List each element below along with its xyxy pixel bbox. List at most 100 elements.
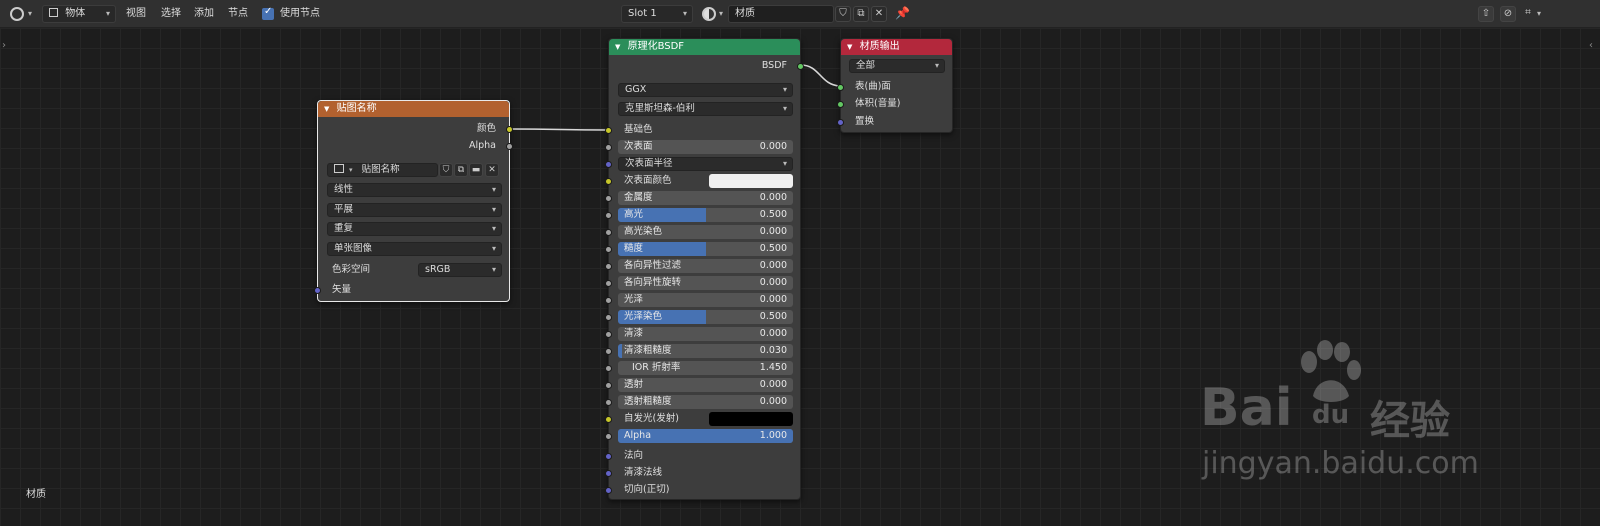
fake-user-shield-icon[interactable]: ⛉	[439, 163, 453, 177]
socket-displacement-input[interactable]	[837, 119, 844, 126]
toolbar-expand-chevron-icon[interactable]: ›	[2, 40, 6, 51]
field-dropdown-1[interactable]: 次表面半径 ▾	[618, 157, 793, 171]
close-icon[interactable]: ✕	[485, 163, 499, 177]
open-folder-icon[interactable]: ▬	[469, 163, 483, 177]
collapse-triangle-icon[interactable]: ▼	[324, 105, 329, 113]
field-slider-7[interactable]: 各向异性过滤 0.000	[618, 259, 793, 273]
color-swatch-2[interactable]	[709, 174, 793, 188]
socket-surface-input[interactable]	[837, 84, 844, 91]
output-node-header[interactable]: ▼ 材质输出	[841, 39, 952, 55]
field-slider-11[interactable]: 清漆 0.000	[618, 327, 793, 341]
socket-input-2[interactable]	[605, 178, 612, 185]
socket-alpha-output[interactable]	[506, 143, 513, 150]
socket-input-10[interactable]	[605, 314, 612, 321]
socket-input-1[interactable]	[605, 161, 612, 168]
color-space-dropdown[interactable]: sRGB ▾	[418, 263, 502, 277]
extension-dropdown[interactable]: 重复 ▾	[327, 222, 502, 236]
menu-add[interactable]: 添加	[194, 5, 214, 23]
projection-dropdown[interactable]: 平展 ▾	[327, 203, 502, 217]
object-mode-dropdown[interactable]: 物体 ▾	[42, 5, 116, 23]
field-slider-5[interactable]: 高光染色 0.000	[618, 225, 793, 239]
interpolation-dropdown[interactable]: 线性 ▾	[327, 183, 502, 197]
material-name-field[interactable]: 材质	[728, 5, 834, 23]
output-target-dropdown[interactable]: 全部 ▾	[849, 59, 945, 73]
displacement-input-label: 置换	[855, 116, 875, 127]
field-slider-12[interactable]: 清漆粗糙度 0.030	[618, 344, 793, 358]
socket-input-7[interactable]	[605, 263, 612, 270]
menu-node[interactable]: 节点	[228, 5, 248, 23]
duplicate-icon[interactable]: ⧉	[853, 6, 869, 22]
image-texture-node-header[interactable]: ▼ 贴图名称	[318, 101, 509, 117]
field-slider-17[interactable]: Alpha 1.000	[618, 429, 793, 443]
socket-input-3[interactable]	[605, 195, 612, 202]
chevron-down-icon: ▾	[491, 185, 496, 194]
socket-volume-input[interactable]	[837, 101, 844, 108]
snapping-icon[interactable]: ⊘	[1500, 6, 1516, 22]
image-datablock-field[interactable]: ▾ 贴图名称	[327, 163, 438, 177]
material-output-node[interactable]: ▼ 材质输出 全部 ▾ 表(曲)面 体积(音量) 置换	[837, 38, 953, 133]
chevron-down-icon[interactable]: ▾	[1537, 9, 1541, 18]
color-swatch-16[interactable]	[709, 412, 793, 426]
pin-icon[interactable]: 📌	[895, 6, 910, 20]
field-label-13: IOR 折射率	[632, 362, 681, 373]
image-texture-node[interactable]: ▼ 贴图名称 颜色 Alpha ▾ 贴图名称 ⛉ ⧉ ▬ ✕ 线性 ▾ 平展 ▾…	[314, 100, 513, 302]
menu-view[interactable]: 视图	[126, 5, 146, 23]
field-slider-10[interactable]: 光泽染色 0.500	[618, 310, 793, 324]
distribution-dropdown[interactable]: GGX ▾	[618, 83, 793, 97]
field-slider-8[interactable]: 各向异性旋转 0.000	[618, 276, 793, 290]
socket-input-12[interactable]	[605, 348, 612, 355]
snap-grid-icon[interactable]: ⌗	[1520, 6, 1536, 22]
menu-select[interactable]: 选择	[161, 5, 181, 23]
chevron-down-icon[interactable]: ▾	[719, 9, 723, 18]
subsurface-method-dropdown[interactable]: 克里斯坦森-伯利 ▾	[618, 102, 793, 116]
interpolation-label: 线性	[334, 184, 354, 195]
sidebar-expand-chevron-icon[interactable]: ‹	[1589, 40, 1593, 51]
collapse-triangle-icon[interactable]: ▼	[615, 43, 620, 51]
socket-input-16[interactable]	[605, 416, 612, 423]
chevron-down-icon[interactable]: ▾	[28, 9, 32, 18]
socket-input-4[interactable]	[605, 212, 612, 219]
socket-input-14[interactable]	[605, 382, 612, 389]
material-sphere-icon[interactable]	[702, 7, 716, 21]
chevron-down-icon: ▾	[782, 104, 787, 113]
socket-bsdf-output[interactable]	[797, 63, 804, 70]
socket-input-5[interactable]	[605, 229, 612, 236]
socket-clearcoat-normal-input[interactable]	[605, 470, 612, 477]
field-slider-15[interactable]: 透射粗糙度 0.000	[618, 395, 793, 409]
field-label-5: 高光染色	[624, 226, 663, 237]
output-alpha-label: Alpha	[468, 140, 496, 151]
close-icon[interactable]: ✕	[871, 6, 887, 22]
field-label-4: 高光	[624, 209, 644, 220]
socket-normal-input[interactable]	[605, 453, 612, 460]
socket-input-15[interactable]	[605, 399, 612, 406]
slot-dropdown[interactable]: Slot 1 ▾	[621, 5, 693, 23]
socket-color-output[interactable]	[506, 126, 513, 133]
field-slider-13[interactable]: IOR 折射率 1.450	[618, 361, 793, 375]
socket-input-0[interactable]	[605, 144, 612, 151]
use-nodes-label: 使用节点	[280, 8, 320, 19]
bsdf-node-header[interactable]: ▼ 原理化BSDF	[609, 39, 800, 55]
socket-input-6[interactable]	[605, 246, 612, 253]
principled-bsdf-node[interactable]: ▼ 原理化BSDF BSDF GGX ▾ 克里斯坦森-伯利 ▾ 基础色 次表面 0…	[605, 38, 804, 500]
socket-base-color-input[interactable]	[605, 127, 612, 134]
socket-input-9[interactable]	[605, 297, 612, 304]
field-slider-0[interactable]: 次表面 0.000	[618, 140, 793, 154]
socket-input-8[interactable]	[605, 280, 612, 287]
field-slider-3[interactable]: 金属度 0.000	[618, 191, 793, 205]
parent-node-tree-icon[interactable]: ⇧	[1478, 6, 1494, 22]
collapse-triangle-icon[interactable]: ▼	[847, 43, 852, 51]
fake-user-shield-icon[interactable]: ⛉	[835, 6, 851, 22]
socket-vector-input[interactable]	[314, 287, 321, 294]
field-slider-9[interactable]: 光泽 0.000	[618, 293, 793, 307]
socket-input-17[interactable]	[605, 433, 612, 440]
editor-type-icon[interactable]	[10, 7, 24, 21]
field-slider-4[interactable]: 高光 0.500	[618, 208, 793, 222]
field-slider-6[interactable]: 糙度 0.500	[618, 242, 793, 256]
source-dropdown[interactable]: 单张图像 ▾	[327, 242, 502, 256]
socket-input-11[interactable]	[605, 331, 612, 338]
socket-tangent-input[interactable]	[605, 487, 612, 494]
duplicate-icon[interactable]: ⧉	[454, 163, 468, 177]
socket-input-13[interactable]	[605, 365, 612, 372]
field-slider-14[interactable]: 透射 0.000	[618, 378, 793, 392]
use-nodes-checkbox[interactable]	[262, 6, 274, 20]
